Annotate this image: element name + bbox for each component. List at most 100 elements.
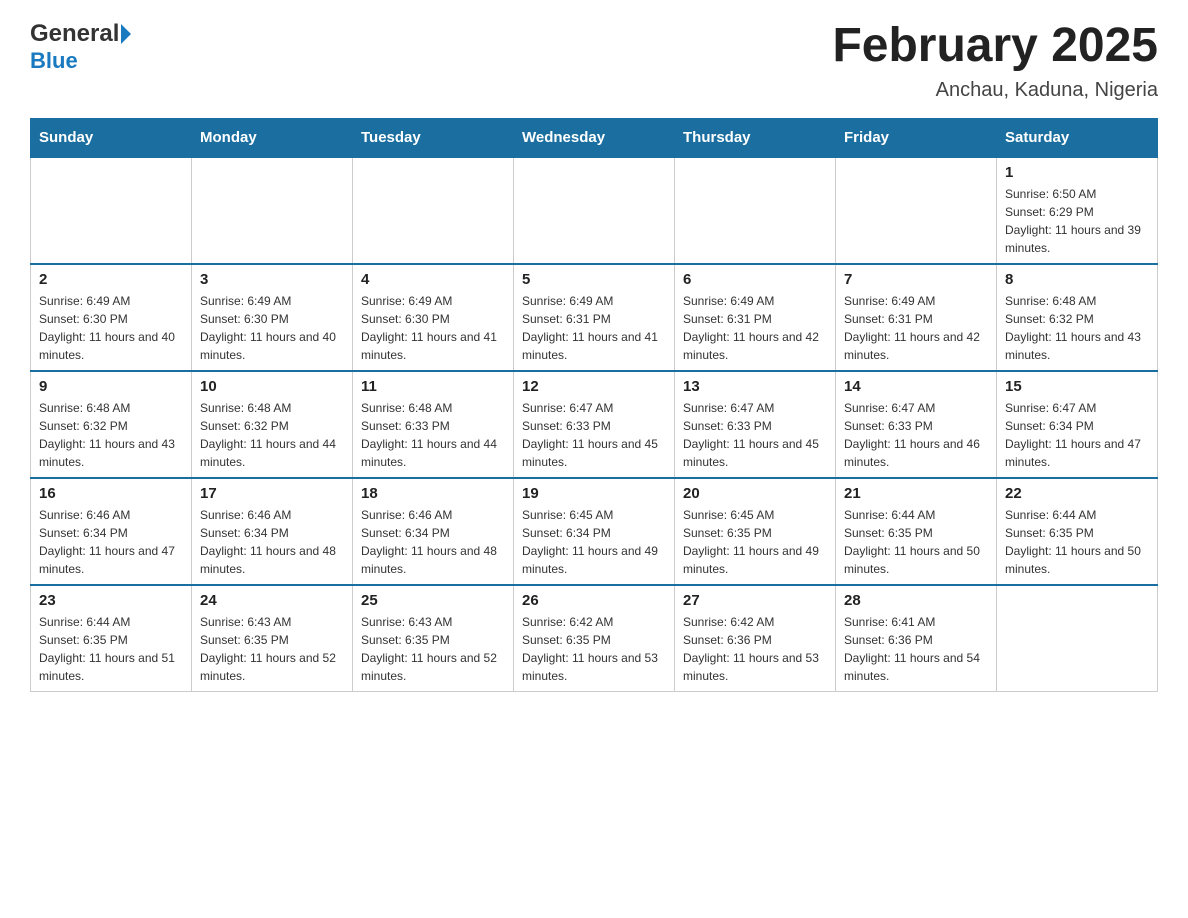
day-info: Sunrise: 6:42 AM Sunset: 6:36 PM Dayligh… xyxy=(683,613,827,685)
day-number: 20 xyxy=(683,485,827,502)
day-info: Sunrise: 6:49 AM Sunset: 6:30 PM Dayligh… xyxy=(200,292,344,364)
day-info: Sunrise: 6:44 AM Sunset: 6:35 PM Dayligh… xyxy=(844,506,988,578)
calendar-cell: 4 Sunrise: 6:49 AM Sunset: 6:30 PM Daylig… xyxy=(353,264,514,371)
calendar-cell: 24 Sunrise: 6:43 AM Sunset: 6:35 PM Dayli… xyxy=(192,585,353,692)
day-info: Sunrise: 6:42 AM Sunset: 6:35 PM Dayligh… xyxy=(522,613,666,685)
day-number: 9 xyxy=(39,378,183,395)
day-info: Sunrise: 6:46 AM Sunset: 6:34 PM Dayligh… xyxy=(200,506,344,578)
weekday-header-tuesday: Tuesday xyxy=(353,118,514,157)
calendar-cell xyxy=(675,157,836,264)
page-title: February 2025 xyxy=(832,20,1158,73)
calendar-cell xyxy=(353,157,514,264)
day-info: Sunrise: 6:47 AM Sunset: 6:33 PM Dayligh… xyxy=(683,399,827,471)
calendar-cell: 5 Sunrise: 6:49 AM Sunset: 6:31 PM Daylig… xyxy=(514,264,675,371)
calendar-cell xyxy=(997,585,1158,692)
day-number: 11 xyxy=(361,378,505,395)
day-number: 15 xyxy=(1005,378,1149,395)
day-number: 28 xyxy=(844,592,988,609)
calendar-cell: 6 Sunrise: 6:49 AM Sunset: 6:31 PM Daylig… xyxy=(675,264,836,371)
day-info: Sunrise: 6:44 AM Sunset: 6:35 PM Dayligh… xyxy=(39,613,183,685)
calendar-cell: 17Sunrise: 6:46 AM Sunset: 6:34 PM Dayli… xyxy=(192,478,353,585)
day-info: Sunrise: 6:49 AM Sunset: 6:30 PM Dayligh… xyxy=(361,292,505,364)
weekday-header-wednesday: Wednesday xyxy=(514,118,675,157)
calendar-cell: 1 Sunrise: 6:50 AM Sunset: 6:29 PM Daylig… xyxy=(997,157,1158,264)
calendar-cell: 13 Sunrise: 6:47 AM Sunset: 6:33 PM Dayli… xyxy=(675,371,836,478)
day-info: Sunrise: 6:41 AM Sunset: 6:36 PM Dayligh… xyxy=(844,613,988,685)
day-number: 4 xyxy=(361,271,505,288)
day-info: Sunrise: 6:49 AM Sunset: 6:31 PM Dayligh… xyxy=(683,292,827,364)
day-info: Sunrise: 6:45 AM Sunset: 6:34 PM Dayligh… xyxy=(522,506,666,578)
calendar-cell: 26Sunrise: 6:42 AM Sunset: 6:35 PM Dayli… xyxy=(514,585,675,692)
calendar-cell: 22Sunrise: 6:44 AM Sunset: 6:35 PM Dayli… xyxy=(997,478,1158,585)
day-info: Sunrise: 6:48 AM Sunset: 6:32 PM Dayligh… xyxy=(200,399,344,471)
day-number: 18 xyxy=(361,485,505,502)
weekday-header-monday: Monday xyxy=(192,118,353,157)
calendar-cell: 3 Sunrise: 6:49 AM Sunset: 6:30 PM Daylig… xyxy=(192,264,353,371)
day-info: Sunrise: 6:43 AM Sunset: 6:35 PM Dayligh… xyxy=(361,613,505,685)
logo: General Blue xyxy=(30,20,135,74)
day-info: Sunrise: 6:46 AM Sunset: 6:34 PM Dayligh… xyxy=(361,506,505,578)
calendar-cell: 27 Sunrise: 6:42 AM Sunset: 6:36 PM Dayli… xyxy=(675,585,836,692)
week-row-3: 9 Sunrise: 6:48 AM Sunset: 6:32 PM Daylig… xyxy=(31,371,1158,478)
day-number: 19 xyxy=(522,485,666,502)
day-info: Sunrise: 6:44 AM Sunset: 6:35 PM Dayligh… xyxy=(1005,506,1149,578)
calendar-cell: 16Sunrise: 6:46 AM Sunset: 6:34 PM Dayli… xyxy=(31,478,192,585)
weekday-header-sunday: Sunday xyxy=(31,118,192,157)
logo-arrow-icon xyxy=(121,24,131,44)
day-info: Sunrise: 6:49 AM Sunset: 6:30 PM Dayligh… xyxy=(39,292,183,364)
logo-text: General xyxy=(30,20,135,48)
day-number: 23 xyxy=(39,592,183,609)
calendar-cell: 7 Sunrise: 6:49 AM Sunset: 6:31 PM Daylig… xyxy=(836,264,997,371)
day-info: Sunrise: 6:47 AM Sunset: 6:34 PM Dayligh… xyxy=(1005,399,1149,471)
calendar-cell: 8Sunrise: 6:48 AM Sunset: 6:32 PM Daylig… xyxy=(997,264,1158,371)
day-info: Sunrise: 6:47 AM Sunset: 6:33 PM Dayligh… xyxy=(522,399,666,471)
calendar-cell: 12 Sunrise: 6:47 AM Sunset: 6:33 PM Dayli… xyxy=(514,371,675,478)
day-number: 7 xyxy=(844,271,988,288)
calendar-cell xyxy=(192,157,353,264)
day-number: 27 xyxy=(683,592,827,609)
day-number: 24 xyxy=(200,592,344,609)
weekday-header-row: SundayMondayTuesdayWednesdayThursdayFrid… xyxy=(31,118,1158,157)
day-info: Sunrise: 6:50 AM Sunset: 6:29 PM Dayligh… xyxy=(1005,185,1149,257)
day-number: 2 xyxy=(39,271,183,288)
day-info: Sunrise: 6:48 AM Sunset: 6:33 PM Dayligh… xyxy=(361,399,505,471)
page-header: General Blue February 2025 Anchau, Kadun… xyxy=(30,20,1158,102)
day-number: 25 xyxy=(361,592,505,609)
weekday-header-friday: Friday xyxy=(836,118,997,157)
day-info: Sunrise: 6:47 AM Sunset: 6:33 PM Dayligh… xyxy=(844,399,988,471)
calendar-cell: 9Sunrise: 6:48 AM Sunset: 6:32 PM Daylig… xyxy=(31,371,192,478)
week-row-4: 16 Sunrise: 6:46 AM Sunset: 6:34 PM Dayli… xyxy=(31,478,1158,585)
calendar-cell: 28 Sunrise: 6:41 AM Sunset: 6:36 PM Dayli… xyxy=(836,585,997,692)
calendar-cell: 18 Sunrise: 6:46 AM Sunset: 6:34 PM Dayli… xyxy=(353,478,514,585)
week-row-1: 1 Sunrise: 6:50 AM Sunset: 6:29 PM Daylig… xyxy=(31,157,1158,264)
logo-general: General xyxy=(30,20,119,48)
day-info: Sunrise: 6:49 AM Sunset: 6:31 PM Dayligh… xyxy=(844,292,988,364)
calendar-cell: 21 Sunrise: 6:44 AM Sunset: 6:35 PM Dayli… xyxy=(836,478,997,585)
day-number: 6 xyxy=(683,271,827,288)
day-number: 13 xyxy=(683,378,827,395)
title-area: February 2025 Anchau, Kaduna, Nigeria xyxy=(832,20,1158,102)
day-number: 5 xyxy=(522,271,666,288)
calendar-cell xyxy=(836,157,997,264)
calendar-cell xyxy=(31,157,192,264)
day-number: 12 xyxy=(522,378,666,395)
calendar-cell: 11 Sunrise: 6:48 AM Sunset: 6:33 PM Dayli… xyxy=(353,371,514,478)
day-number: 1 xyxy=(1005,164,1149,181)
day-number: 14 xyxy=(844,378,988,395)
day-number: 3 xyxy=(200,271,344,288)
day-info: Sunrise: 6:49 AM Sunset: 6:31 PM Dayligh… xyxy=(522,292,666,364)
calendar-table: SundayMondayTuesdayWednesdayThursdayFrid… xyxy=(30,118,1158,692)
day-number: 21 xyxy=(844,485,988,502)
day-number: 8 xyxy=(1005,271,1149,288)
week-row-5: 23 Sunrise: 6:44 AM Sunset: 6:35 PM Dayli… xyxy=(31,585,1158,692)
day-info: Sunrise: 6:43 AM Sunset: 6:35 PM Dayligh… xyxy=(200,613,344,685)
calendar-cell: 2 Sunrise: 6:49 AM Sunset: 6:30 PM Daylig… xyxy=(31,264,192,371)
calendar-cell xyxy=(514,157,675,264)
calendar-cell: 23 Sunrise: 6:44 AM Sunset: 6:35 PM Dayli… xyxy=(31,585,192,692)
calendar-cell: 25 Sunrise: 6:43 AM Sunset: 6:35 PM Dayli… xyxy=(353,585,514,692)
day-number: 10 xyxy=(200,378,344,395)
calendar-cell: 15 Sunrise: 6:47 AM Sunset: 6:34 PM Dayli… xyxy=(997,371,1158,478)
day-info: Sunrise: 6:45 AM Sunset: 6:35 PM Dayligh… xyxy=(683,506,827,578)
day-number: 16 xyxy=(39,485,183,502)
calendar-cell: 14 Sunrise: 6:47 AM Sunset: 6:33 PM Dayli… xyxy=(836,371,997,478)
